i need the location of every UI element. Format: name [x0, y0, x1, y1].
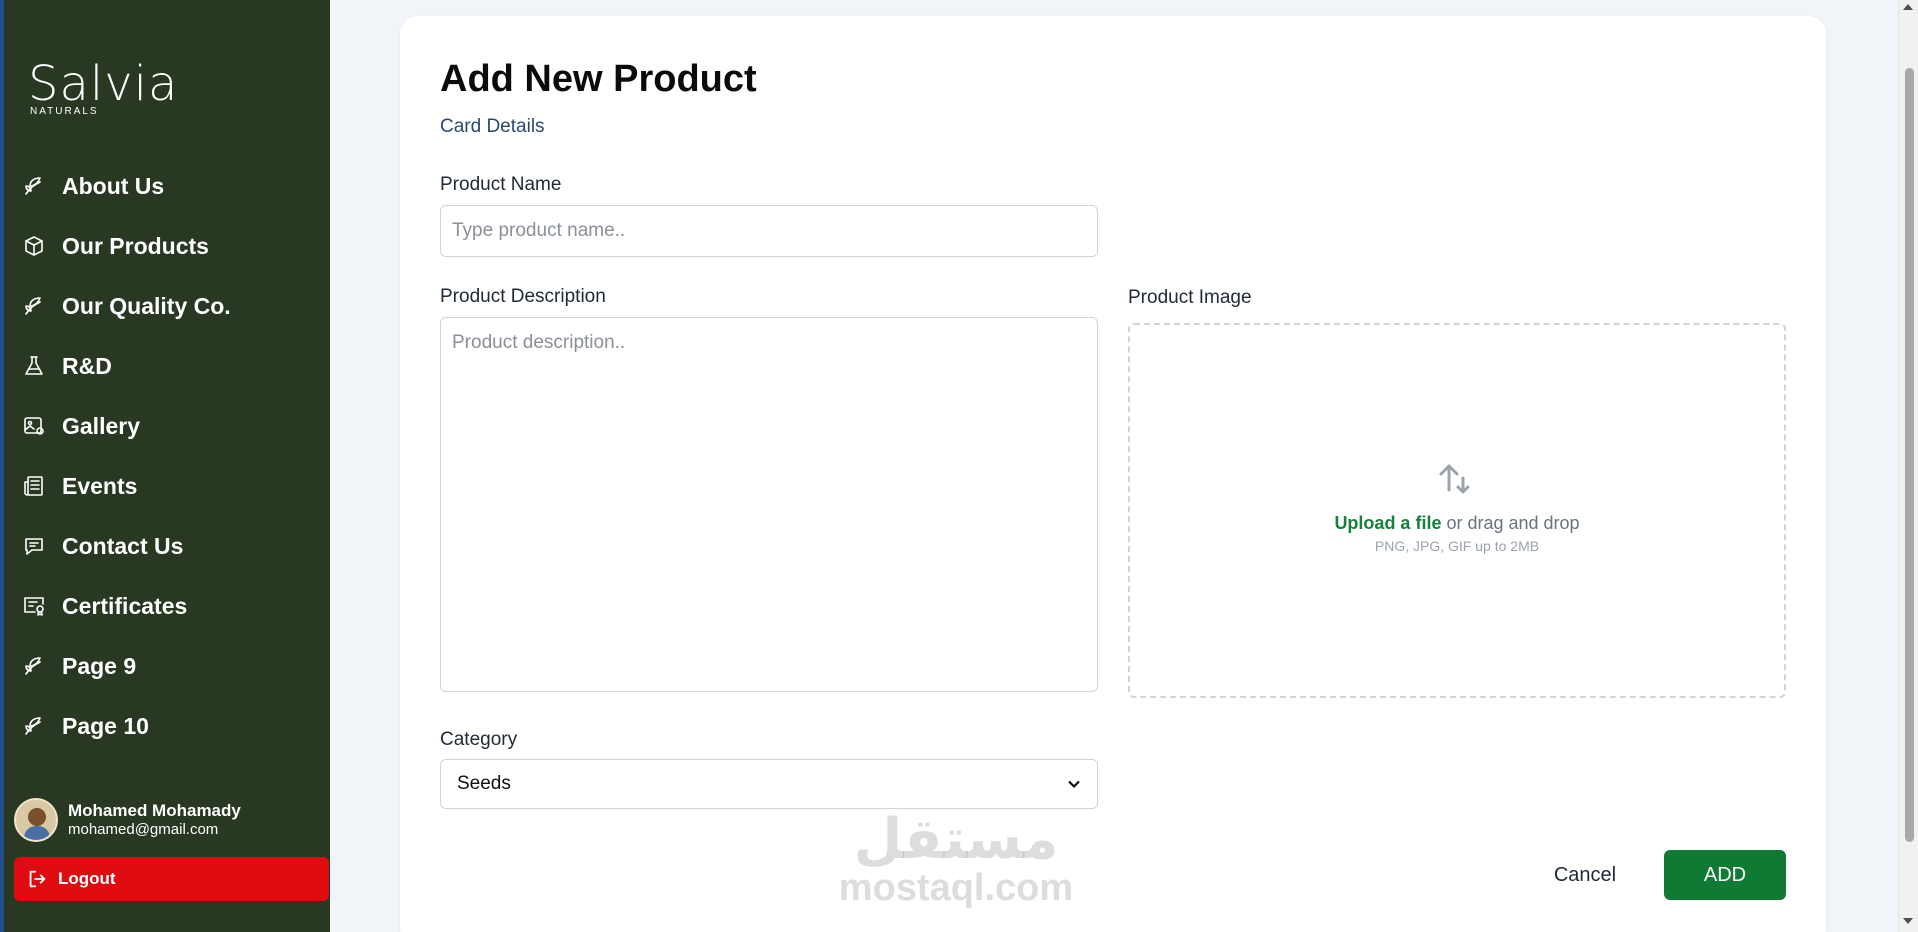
logout-button[interactable]: Logout — [14, 857, 329, 901]
category-select[interactable]: Seeds — [440, 759, 1098, 809]
sidebar-item-gallery[interactable]: Gallery — [20, 396, 320, 456]
sidebar-item-label: Page 10 — [62, 712, 149, 739]
scrollbar[interactable] — [1898, 0, 1918, 932]
certificate-icon — [20, 592, 48, 620]
avatar — [14, 798, 58, 842]
category-selected-value: Seeds — [457, 773, 511, 794]
cancel-button[interactable]: Cancel — [1530, 850, 1640, 900]
sidebar-item-label: Page 9 — [62, 652, 137, 679]
leaf-icon — [20, 652, 48, 680]
sidebar-item-label: Our Products — [62, 232, 209, 259]
upload-instructions: Upload a file or drag and drop — [1128, 513, 1786, 534]
user-email: mohamed@gmail.com — [68, 821, 219, 838]
sidebar-item-certificates[interactable]: Certificates — [20, 576, 320, 636]
sidebar-item-page-9[interactable]: Page 9 — [20, 636, 320, 696]
chevron-down-icon — [1068, 780, 1080, 789]
upload-file-link[interactable]: Upload a file — [1334, 513, 1441, 533]
watermark-arabic: مستقل — [853, 807, 1059, 872]
sidebar-item-label: Our Quality Co. — [62, 292, 231, 319]
sidebar-item-events[interactable]: Events — [20, 456, 320, 516]
gallery-icon — [20, 412, 48, 440]
chat-icon — [20, 532, 48, 560]
sidebar-item-our-products[interactable]: Our Products — [20, 216, 320, 276]
flask-icon — [20, 352, 48, 380]
form-subtitle: Card Details — [440, 116, 545, 137]
brand-name: Salvia — [28, 56, 179, 112]
leaf-icon — [20, 172, 48, 200]
add-button[interactable]: ADD — [1664, 850, 1786, 900]
logout-label: Logout — [58, 869, 116, 888]
product-description-label: Product Description — [440, 286, 606, 307]
user-profile[interactable]: Mohamed Mohamady mohamed@gmail.com — [14, 796, 324, 844]
sidebar-item-our-quality[interactable]: Our Quality Co. — [20, 276, 320, 336]
image-dropzone[interactable] — [1128, 323, 1786, 698]
sidebar-item-label: Events — [62, 472, 138, 499]
scroll-up-arrow-icon[interactable] — [1903, 4, 1913, 10]
brand-logo[interactable]: Salvia NATURALS — [28, 56, 179, 130]
sidebar-item-label: R&D — [62, 352, 112, 379]
watermark: مستقل mostaql.com — [836, 807, 1076, 909]
sidebar-item-page-10[interactable]: Page 10 — [20, 696, 320, 756]
sidebar-item-label: About Us — [62, 172, 165, 199]
product-name-label: Product Name — [440, 174, 562, 195]
page-title: Add New Product — [440, 58, 757, 100]
category-label: Category — [440, 729, 518, 750]
sidebar-item-about-us[interactable]: About Us — [20, 156, 320, 216]
sidebar-item-rnd[interactable]: R&D — [20, 336, 320, 396]
upload-file-hint: PNG, JPG, GIF up to 2MB — [1374, 538, 1540, 554]
sidebar-item-label: Gallery — [62, 412, 140, 439]
product-image-label: Product Image — [1128, 287, 1252, 308]
upload-sort-icon — [1439, 464, 1470, 494]
sidebar-item-contact-us[interactable]: Contact Us — [20, 516, 320, 576]
product-name-input[interactable] — [440, 205, 1098, 257]
product-description-textarea[interactable] — [440, 317, 1098, 692]
user-name: Mohamed Mohamady — [68, 801, 241, 820]
scroll-down-arrow-icon[interactable] — [1903, 918, 1913, 924]
watermark-latin: mostaql.com — [838, 867, 1074, 909]
sidebar-item-label: Certificates — [62, 592, 188, 619]
sidebar-nav: About Us Our Products Our Quality Co. R&… — [20, 156, 320, 756]
leaf-icon — [20, 712, 48, 740]
newspaper-icon — [20, 472, 48, 500]
scroll-thumb[interactable] — [1905, 68, 1914, 842]
box-icon — [20, 232, 48, 260]
sidebar-item-label: Contact Us — [62, 532, 184, 559]
drag-drop-text: or drag and drop — [1441, 513, 1580, 533]
user-info: Mohamed Mohamady mohamed@gmail.com — [68, 801, 241, 839]
leaf-icon — [20, 292, 48, 320]
sidebar: Salvia NATURALS About Us Our Products Ou… — [0, 0, 330, 932]
logout-icon — [29, 870, 46, 888]
